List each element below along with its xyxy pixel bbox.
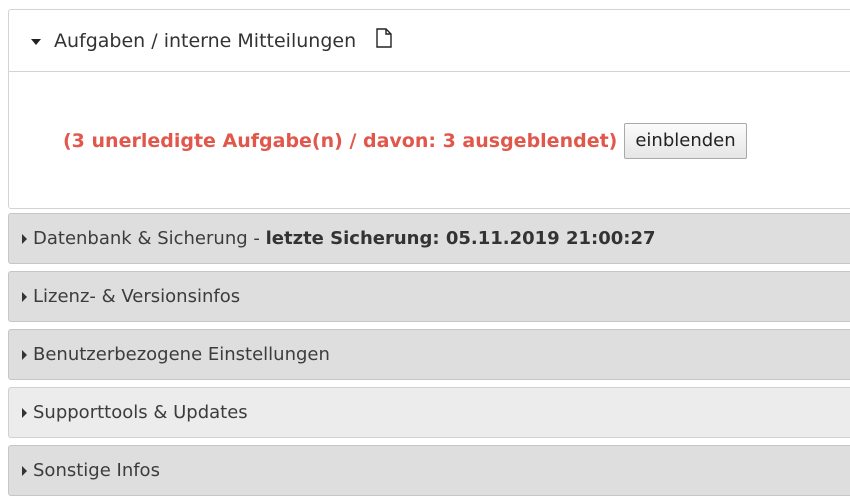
section-user-settings[interactable]: Benutzerbezogene Einstellungen	[8, 329, 850, 380]
section-support-tools[interactable]: Supporttools & Updates	[8, 387, 850, 438]
section-other-info[interactable]: Sonstige Infos	[8, 445, 850, 496]
section-separator: -	[247, 228, 266, 249]
last-backup-text: letzte Sicherung: 05.11.2019 21:00:27	[265, 228, 656, 249]
tasks-panel-header[interactable]: Aufgaben / interne Mitteilungen	[9, 10, 850, 72]
caret-right-icon	[22, 407, 27, 418]
section-label: Sonstige Infos	[33, 460, 160, 481]
caret-down-icon	[31, 38, 41, 45]
caret-right-icon	[22, 349, 27, 360]
tasks-status-text: (3 unerledigte Aufgabe(n) / davon: 3 aus…	[63, 129, 618, 152]
show-tasks-button[interactable]: einblenden	[624, 122, 747, 159]
section-license-version[interactable]: Lizenz- & Versionsinfos	[8, 271, 850, 322]
tasks-panel-body: (3 unerledigte Aufgabe(n) / davon: 3 aus…	[9, 72, 850, 209]
caret-right-icon	[22, 465, 27, 476]
tasks-panel: Aufgaben / interne Mitteilungen (3 unerl…	[8, 9, 850, 209]
caret-right-icon	[22, 291, 27, 302]
caret-right-icon	[22, 233, 27, 244]
section-label: Datenbank & Sicherung	[33, 228, 248, 249]
accordion: Aufgaben / interne Mitteilungen (3 unerl…	[8, 9, 850, 496]
document-icon[interactable]	[376, 27, 392, 48]
section-database-backup[interactable]: Datenbank & Sicherung - letzte Sicherung…	[8, 213, 850, 264]
tasks-panel-title: Aufgaben / interne Mitteilungen	[54, 29, 357, 52]
section-label: Lizenz- & Versionsinfos	[33, 286, 241, 307]
section-label: Supporttools & Updates	[33, 402, 248, 423]
section-label: Benutzerbezogene Einstellungen	[33, 344, 330, 365]
